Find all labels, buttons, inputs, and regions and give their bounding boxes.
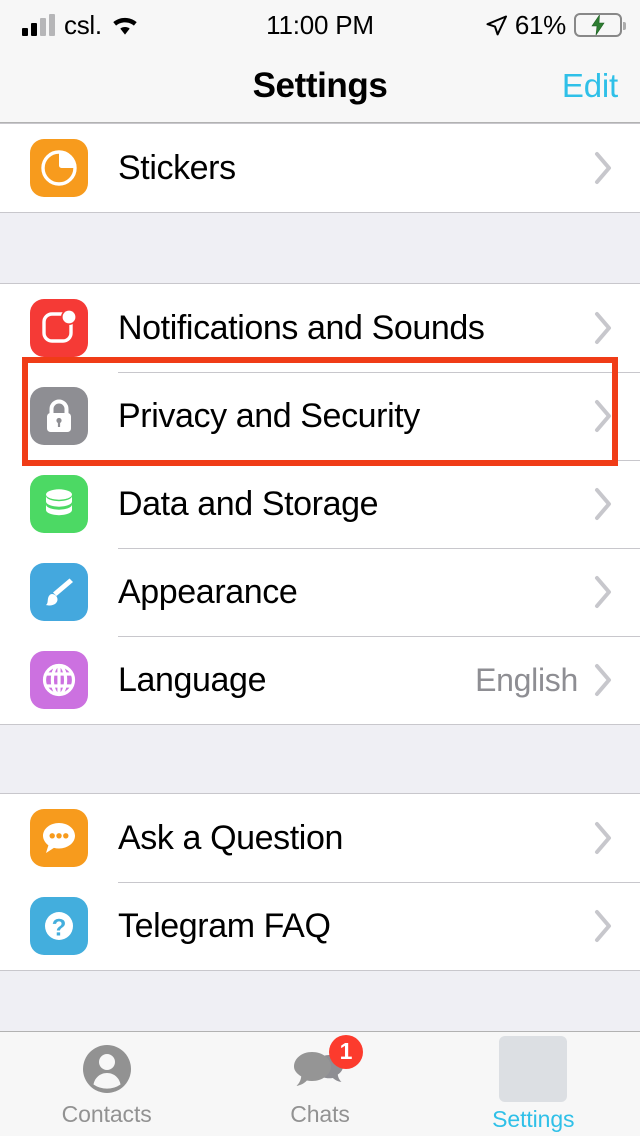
settings-row-stickers[interactable]: Stickers: [0, 124, 640, 212]
settings-group-help: Ask a Question ? Telegram FAQ: [0, 793, 640, 971]
settings-row-value-language: English: [475, 661, 578, 698]
settings-row-label: Data and Storage: [118, 484, 379, 523]
settings-row-appearance[interactable]: Appearance: [0, 548, 640, 636]
chats-unread-badge: 1: [328, 1034, 363, 1069]
battery-percent-label: 61%: [514, 9, 566, 40]
settings-row-data-and-storage[interactable]: Data and Storage: [0, 460, 640, 548]
settings-row-notifications-and-sounds[interactable]: Notifications and Sounds: [0, 284, 640, 372]
tab-settings[interactable]: Settings: [427, 1032, 640, 1136]
tab-label: Chats: [290, 1100, 350, 1127]
chevron-right-icon: [595, 488, 611, 520]
settings-list[interactable]: Stickers Notifications and Sounds Privac…: [0, 123, 640, 1031]
chevron-right-icon: [595, 664, 611, 696]
status-bar-right: 61%: [486, 9, 626, 41]
phone-screen: csl. 11:00 PM 61% Settings Edit Stickers…: [0, 0, 640, 1136]
person-icon: [78, 1041, 136, 1097]
stickers-icon: [30, 139, 88, 197]
page-title: Settings: [252, 66, 388, 105]
settings-row-label: Telegram FAQ: [118, 906, 331, 945]
svg-text:?: ?: [52, 915, 67, 942]
tab-chats[interactable]: 1 Chats: [213, 1032, 426, 1136]
chevron-right-icon: [595, 152, 611, 184]
tab-contacts[interactable]: Contacts: [0, 1032, 213, 1136]
settings-group-preferences: Notifications and Sounds Privacy and Sec…: [0, 283, 640, 725]
database-icon: [30, 475, 88, 533]
tab-label: Settings: [492, 1105, 575, 1132]
chats-bubbles-icon: 1: [291, 1034, 363, 1097]
lock-icon: [30, 387, 88, 445]
settings-row-language[interactable]: Language English: [0, 636, 640, 724]
location-arrow-icon: [486, 15, 507, 36]
chevron-right-icon: [595, 312, 611, 344]
settings-row-label: Notifications and Sounds: [118, 308, 485, 347]
settings-row-label: Privacy and Security: [118, 396, 420, 435]
battery-icon: [574, 13, 626, 37]
settings-group-stickers: Stickers: [0, 123, 640, 213]
chevron-right-icon: [595, 910, 611, 942]
settings-row-telegram-faq[interactable]: ? Telegram FAQ: [0, 882, 640, 970]
status-bar: csl. 11:00 PM 61%: [0, 0, 640, 50]
speech-bubble-dots-icon: [30, 809, 88, 867]
chevron-right-icon: [595, 400, 611, 432]
settings-row-privacy-and-security[interactable]: Privacy and Security: [0, 372, 640, 460]
settings-row-ask-a-question[interactable]: Ask a Question: [0, 794, 640, 882]
tab-bar: Contacts 1 Chats Settings: [0, 1031, 640, 1136]
settings-row-label: Language: [118, 660, 267, 699]
group-separator-2: [0, 725, 640, 793]
chevron-right-icon: [595, 822, 611, 854]
notifications-icon: [30, 299, 88, 357]
question-mark-icon: ?: [30, 897, 88, 955]
edit-button[interactable]: Edit: [562, 67, 618, 105]
settings-row-label: Appearance: [118, 572, 298, 611]
group-separator-1: [0, 213, 640, 283]
navigation-bar: Settings Edit: [0, 50, 640, 123]
settings-placeholder-icon: [499, 1035, 568, 1102]
paintbrush-icon: [30, 563, 88, 621]
settings-row-label: Stickers: [118, 148, 236, 187]
tab-label: Contacts: [61, 1100, 152, 1127]
settings-row-label: Ask a Question: [118, 818, 343, 857]
chevron-right-icon: [595, 576, 611, 608]
globe-icon: [30, 651, 88, 709]
